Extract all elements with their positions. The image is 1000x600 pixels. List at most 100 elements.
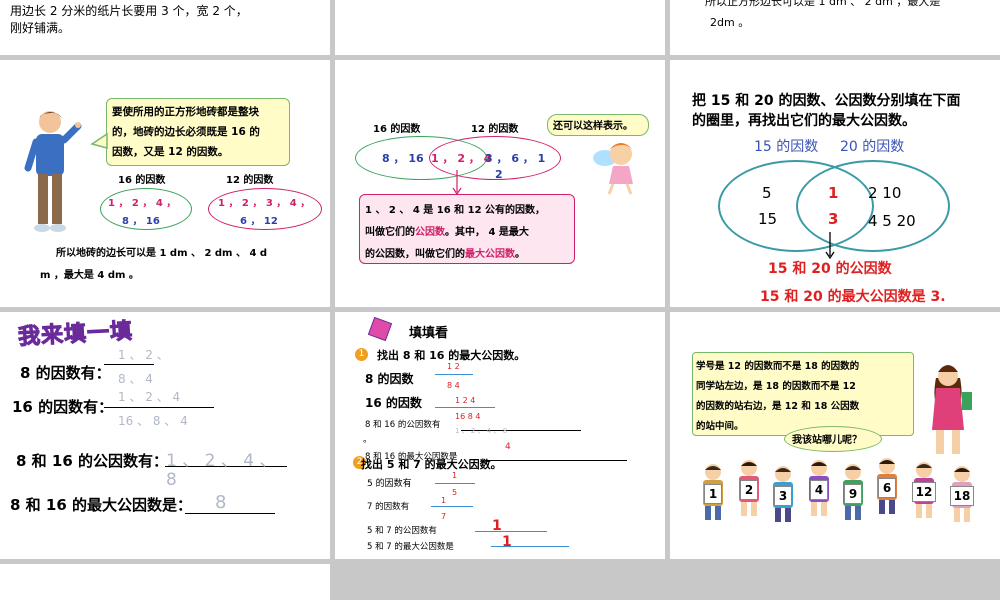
factors-16-bottom: 16 8 4 — [455, 412, 481, 421]
venn-common-a: 1 — [828, 184, 839, 202]
slide-7[interactable]: 我来填一填 8 的因数有： 1 、 2 、 8 、 4 16 的因数有： 1 、… — [0, 312, 330, 559]
venn-20-ellipse — [796, 160, 950, 252]
slide-9-bubble-text: 我该站哪儿呢？ — [792, 435, 862, 446]
slide-8-title: 填填看 — [409, 326, 449, 341]
slide-5-bubble-text: 还可以这样表示。 — [553, 121, 633, 132]
student-6[interactable]: 6 — [872, 456, 902, 516]
task-line-2: 同学站左边，是 18 的因数而不是 12 — [696, 381, 856, 392]
student-7[interactable]: 12 — [908, 460, 940, 520]
venn-15-only-b: 15 — [758, 210, 778, 228]
slide-9[interactable]: 学号是 12 的因数而不是 18 的因数的 同学站左边，是 18 的因数而不是 … — [670, 312, 1000, 559]
q-factors-16: 16 的因数有： — [12, 398, 114, 416]
definition-line-1: 1 、 2 、 4 是 16 和 12 公有的因数， — [365, 205, 546, 216]
q-factors-8: 8 的因数有： — [20, 364, 111, 382]
common-8-16-label: 8 和 16 的公因数有 — [365, 420, 441, 430]
factors-16-line — [435, 407, 495, 408]
a-common-1: 1 、 2 、 4 、 — [166, 451, 277, 471]
card-number: 6 — [882, 481, 892, 495]
q-common-factors: 8 和 16 的公因数有： — [16, 452, 168, 470]
slide-2[interactable] — [335, 0, 665, 55]
factors-16-top: 1 2 4 — [455, 396, 476, 405]
slide-4-conclusion-2: m ，最大是 4 dm 。 — [40, 270, 139, 281]
item-1-text: 找出 8 和 16 的最大公因数。 — [377, 349, 526, 362]
slide-4-speech-line-3: 因数，又是 12 的因数。 — [112, 146, 229, 158]
arrow-down-icon — [452, 170, 462, 196]
number-card: 12 — [912, 482, 936, 502]
dot-text: 。 — [363, 435, 373, 445]
card-number: 9 — [848, 487, 858, 501]
slide-1[interactable]: 用边长 2 分米的纸片长要用 3 个，宽 2 个， 刚好铺满。 — [0, 0, 330, 55]
a-common-2: 8 — [166, 470, 177, 490]
label-20-factors: 20 的因数 — [840, 139, 905, 155]
factors-8-label: 8 的因数 — [365, 372, 414, 386]
student-5[interactable]: 9 — [838, 462, 868, 522]
definition-text-a: 叫做它们的 — [365, 227, 415, 238]
label-12-factors: 12 的因数 — [226, 175, 274, 186]
venn-right-values: 3 ， 6 ， 1 — [485, 152, 546, 165]
pencil-icon — [367, 316, 393, 342]
factors-7-line — [431, 506, 473, 507]
slide-7-title: 我来填一填 — [17, 319, 134, 351]
number-card: 9 — [844, 484, 862, 504]
task-line-3: 的因数的站右边，是 12 和 18 公因数 — [696, 401, 860, 412]
slide-1-line-1: 用边长 2 分米的纸片长要用 3 个，宽 2 个， — [10, 4, 248, 18]
teacher-woman-icon — [932, 365, 972, 454]
slide-3[interactable]: 所以正方形边长可以是 1 dm 、 2 dm ，最大是 2dm 。 — [670, 0, 1000, 55]
slide-10[interactable] — [0, 564, 330, 600]
factors-5-bottom: 5 — [452, 488, 458, 497]
slide-1-line-2: 刚好铺满。 — [10, 21, 71, 35]
card-number: 18 — [953, 489, 971, 503]
a-factors-8-2: 8 、 4 — [118, 372, 153, 386]
teacher-figure-icon — [24, 111, 82, 232]
slide-4-conclusion-1: 所以地砖的边长可以是 1 dm 、 2 dm 、 4 d — [56, 248, 268, 259]
venn-right-values-2: 2 — [495, 168, 503, 181]
a-gcd: 8 — [215, 492, 227, 513]
card-number: 1 — [708, 487, 718, 501]
term-gcd: 最大公因数 — [465, 249, 515, 260]
slide-4[interactable]: 要使所用的正方形地砖都是整块 的，地砖的边长必须既是 16 的 因数，又是 12… — [0, 60, 330, 307]
student-2[interactable]: 2 — [734, 458, 764, 518]
definition-text-c: 的公因数，叫做它们的 — [365, 249, 465, 260]
common-5-7-value: 1 — [492, 518, 502, 534]
arrow-down-icon — [825, 232, 835, 260]
answer-line-4 — [185, 513, 275, 514]
number-card: 3 — [774, 486, 792, 506]
student-8[interactable]: 18 — [946, 464, 978, 524]
gcd-answer: 15 和 20 的最大公因数是 3. — [760, 289, 946, 305]
student-1[interactable]: 1 — [698, 462, 728, 522]
student-4[interactable]: 4 — [804, 458, 834, 518]
label-16-factors: 16 的因数 — [118, 175, 166, 186]
set-16-line-1: 1 ， 2 ， 4 ， — [108, 198, 177, 209]
fairy-girl-icon — [593, 143, 633, 195]
set-12-line-1: 1 ， 2 ， 3 ， 4 ， — [218, 198, 311, 209]
number-card: 4 — [810, 480, 828, 500]
slide-3-line-1: 所以正方形边长可以是 1 dm 、 2 dm ，最大是 — [705, 0, 941, 8]
card-number: 3 — [778, 489, 788, 503]
definition-text-d: 。 — [515, 249, 525, 260]
task-line-4: 的站中间。 — [696, 421, 744, 432]
q-gcd: 8 和 16 的最大公因数是： — [10, 496, 192, 514]
a-factors-16-1: 1 、 2 、 4 — [118, 390, 181, 404]
student-3[interactable]: 3 — [768, 464, 798, 524]
slide-3-line-2: 2dm 。 — [710, 16, 750, 29]
speech-tail-icon — [90, 132, 108, 149]
definition-line-3: 的公因数，叫做它们的最大公因数。 — [365, 245, 525, 260]
number-card: 1 — [704, 484, 722, 504]
common-factor-label: 15 和 20 的公因数 — [768, 261, 892, 277]
slide-5[interactable]: 16 的因数 12 的因数 8 ， 16 1 ， 2 ， 4 3 ， 6 ， 1… — [335, 60, 665, 307]
venn-common-b: 3 — [828, 210, 839, 228]
gcd-5-7-value: 1 — [502, 534, 512, 550]
factors-7-bottom: 7 — [441, 512, 447, 521]
factors-5-line — [435, 483, 475, 484]
term-common-factor: 公因数 — [415, 227, 445, 238]
item-1-number: 1 — [355, 348, 368, 361]
slide-4-speech-line-1: 要使所用的正方形地砖都是整块 — [112, 106, 259, 118]
factors-7-top: 1 — [441, 496, 447, 505]
factors-8-top: 1 2 — [447, 362, 460, 371]
slide-6[interactable]: 把 15 和 20 的因数、公因数分别填在下面 的圈里，再找出它们的最大公因数。… — [670, 60, 1000, 307]
slide-8[interactable]: 填填看 1 找出 8 和 16 的最大公因数。 8 的因数 1 2 8 4 16… — [335, 312, 665, 559]
venn-20-only-a: 2 10 — [868, 184, 902, 202]
card-number: 2 — [744, 483, 754, 497]
factors-5-top: 1 — [452, 471, 458, 480]
slide-5-label-16: 16 的因数 — [373, 124, 421, 135]
